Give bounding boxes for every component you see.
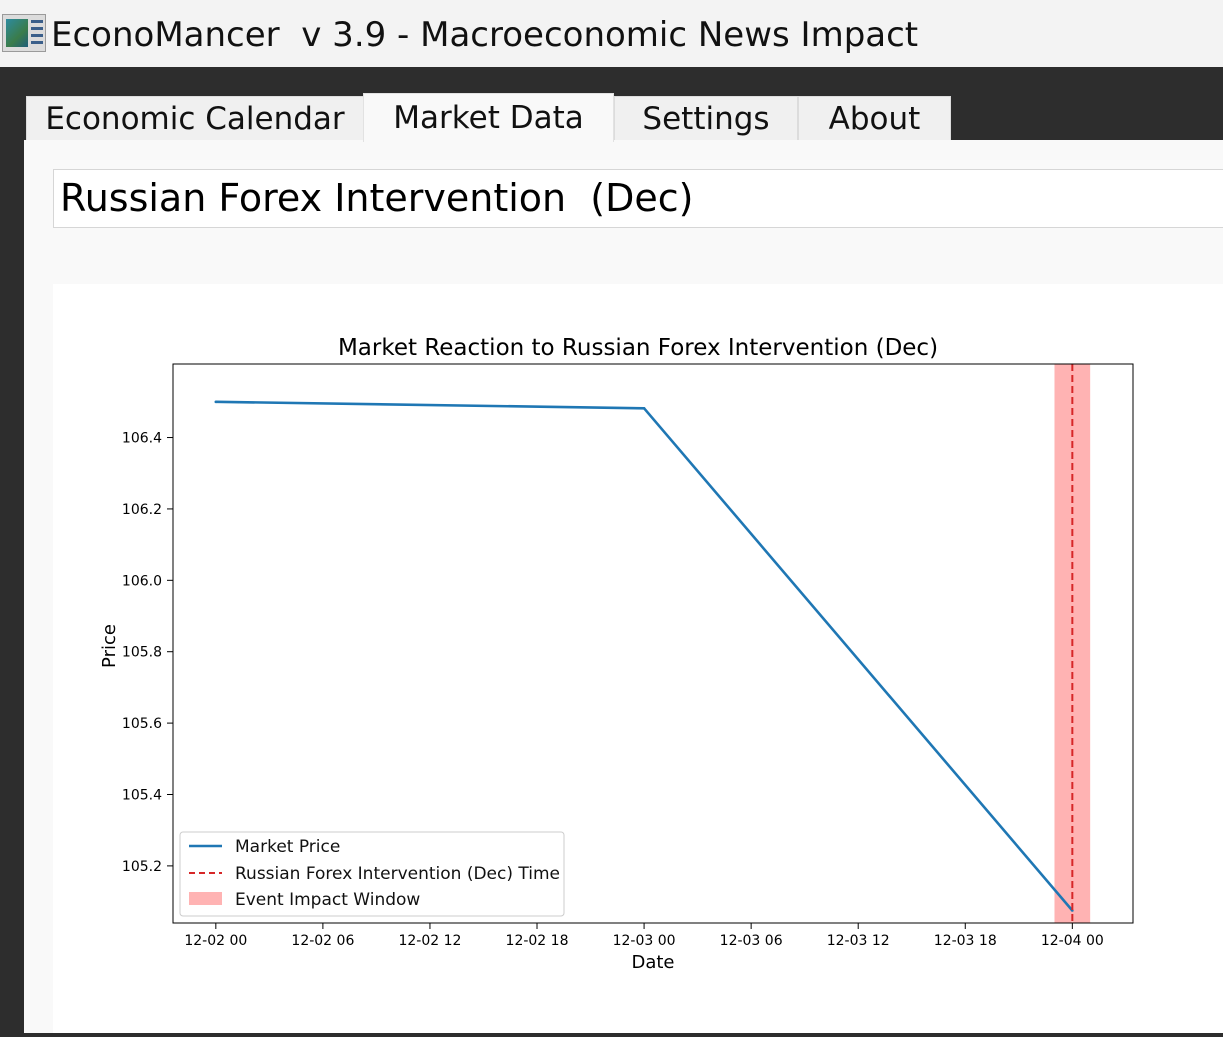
y-tick-label: 106.2 [122, 502, 162, 518]
data-point-market-price [214, 400, 218, 404]
title-bar: EconoMancer v 3.9 - Macroeconomic News I… [0, 0, 1223, 67]
legend-label-impact-window: Event Impact Window [235, 890, 420, 910]
tab-settings[interactable]: Settings [614, 96, 798, 140]
window-title: EconoMancer v 3.9 - Macroeconomic News I… [51, 15, 919, 55]
chart-legend: Market Price Russian Forex Intervention … [179, 831, 565, 917]
x-tick-label: 12-02 06 [291, 933, 354, 949]
market-reaction-chart: 12-02 00 12-02 06 12-02 12 12-02 18 12-03 00… [99, 335, 1134, 973]
y-tick-label: 106.4 [122, 431, 162, 447]
y-tick-label: 105.2 [122, 859, 162, 875]
x-tick-label: 12-02 18 [506, 933, 569, 949]
y-tick-label: 105.4 [122, 787, 162, 803]
x-tick-label: 12-02 00 [184, 933, 247, 949]
x-tick-label: 12-04 00 [1041, 933, 1104, 949]
legend-label-market-price: Market Price [235, 837, 340, 857]
tab-about[interactable]: About [798, 96, 951, 140]
x-tick-label: 12-03 18 [934, 933, 997, 949]
y-tick-label: 105.8 [122, 645, 162, 661]
y-axis-label: Price [99, 624, 120, 668]
x-tick-label: 12-03 00 [613, 933, 676, 949]
tab-economic-calendar[interactable]: Economic Calendar [26, 96, 364, 140]
x-tick-label: 12-03 06 [720, 933, 783, 949]
tab-market-data[interactable]: Market Data [363, 93, 614, 142]
app-chart-icon [2, 14, 46, 52]
chart-title: Market Reaction to Russian Forex Interve… [338, 335, 938, 361]
x-tick-label: 12-02 12 [398, 933, 461, 949]
legend-swatch-impact-window [189, 892, 222, 905]
x-axis-label: Date [631, 952, 674, 973]
x-tick-label: 12-03 12 [827, 933, 890, 949]
event-name-field[interactable]: Russian Forex Intervention (Dec) [53, 169, 1223, 228]
chart-figure: 12-02 00 12-02 06 12-02 12 12-02 18 12-03 00… [53, 284, 1223, 1033]
y-tick-label: 105.6 [122, 716, 162, 732]
data-point-market-price [642, 406, 646, 410]
legend-label-event-time: Russian Forex Intervention (Dec) Time [235, 864, 560, 884]
y-tick-label: 106.0 [122, 573, 162, 589]
